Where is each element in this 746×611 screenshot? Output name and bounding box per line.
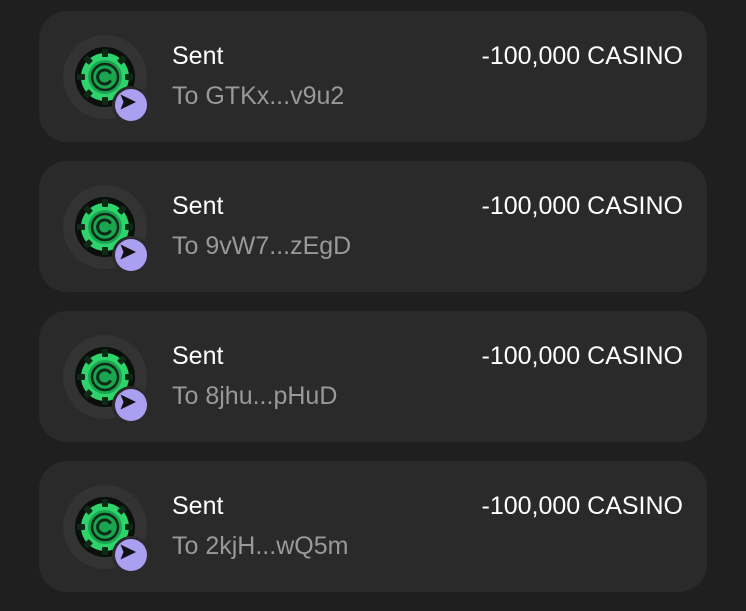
transaction-amount: -100,000 CASINO bbox=[481, 192, 684, 220]
transaction-amount: -100,000 CASINO bbox=[481, 492, 684, 520]
transaction-avatar bbox=[63, 35, 150, 124]
transaction-avatar bbox=[63, 335, 150, 424]
send-arrow-icon bbox=[120, 244, 136, 260]
transaction-type: Sent bbox=[172, 492, 224, 520]
transaction-avatar bbox=[63, 185, 150, 274]
send-arrow-icon bbox=[120, 394, 136, 410]
sent-badge bbox=[112, 536, 150, 574]
transaction-recipient: To 9vW7...zEgD bbox=[172, 232, 352, 260]
transaction-recipient: To GTKx...v9u2 bbox=[172, 82, 345, 110]
transaction-amount: -100,000 CASINO bbox=[481, 342, 684, 370]
sent-badge bbox=[112, 86, 150, 124]
transaction-type: Sent bbox=[172, 192, 224, 220]
transaction-avatar bbox=[63, 485, 150, 574]
transaction-list: Sent To GTKx...v9u2 -100,000 CASINO Sent… bbox=[0, 0, 746, 611]
transaction-recipient: To 8jhu...pHuD bbox=[172, 382, 338, 410]
sent-badge bbox=[112, 236, 150, 274]
transaction-item[interactable]: Sent To GTKx...v9u2 -100,000 CASINO bbox=[39, 11, 707, 142]
transaction-type: Sent bbox=[172, 342, 224, 370]
transaction-recipient: To 2kjH...wQ5m bbox=[172, 532, 349, 560]
transaction-amount: -100,000 CASINO bbox=[481, 42, 684, 70]
send-arrow-icon bbox=[120, 94, 136, 110]
transaction-type: Sent bbox=[172, 42, 224, 70]
send-arrow-icon bbox=[120, 544, 136, 560]
transaction-item[interactable]: Sent To 9vW7...zEgD -100,000 CASINO bbox=[39, 161, 707, 292]
transaction-item[interactable]: Sent To 8jhu...pHuD -100,000 CASINO bbox=[39, 311, 707, 442]
sent-badge bbox=[112, 386, 150, 424]
transaction-item[interactable]: Sent To 2kjH...wQ5m -100,000 CASINO bbox=[39, 461, 707, 592]
